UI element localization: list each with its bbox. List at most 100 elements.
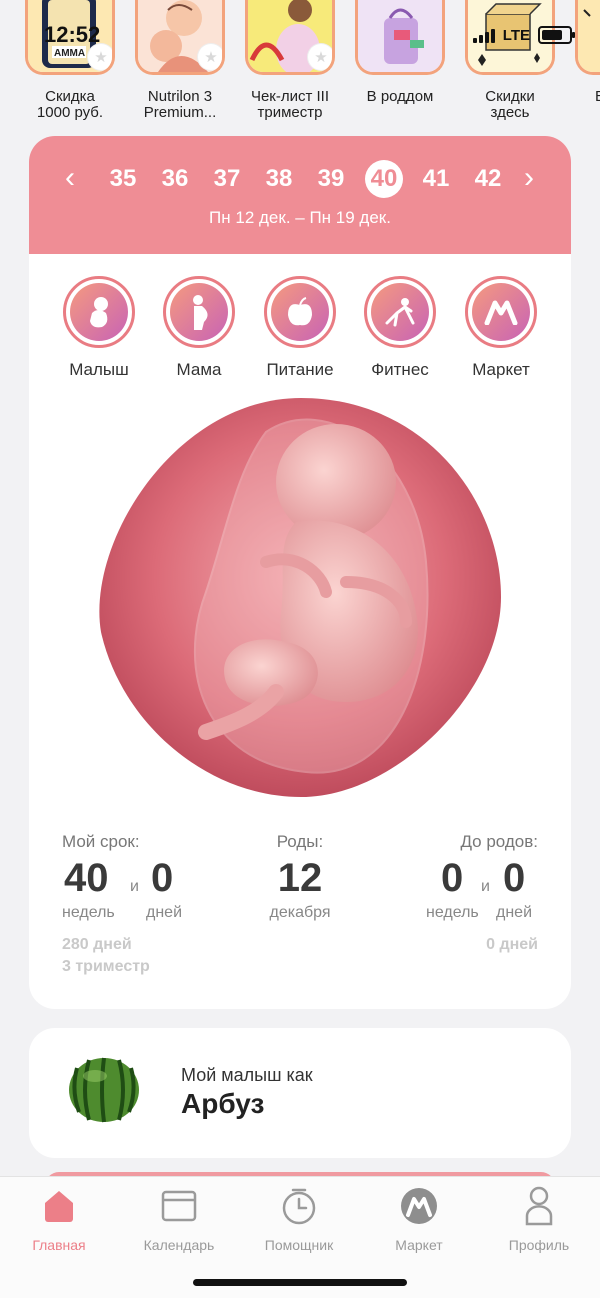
- story-badge: АММА: [54, 48, 86, 59]
- week-numbers-row: ‹ 35 36 37 38 39 40 41 42 ›: [29, 160, 571, 198]
- week-39[interactable]: 39: [312, 160, 350, 198]
- tab-profile[interactable]: Профиль: [484, 1185, 594, 1253]
- my-term-weeks-unit: недель: [62, 904, 115, 921]
- category-ring: [364, 276, 436, 348]
- story-art-partial: [578, 0, 600, 72]
- status-time: 12:52: [44, 22, 101, 47]
- fetus-illustration: [99, 398, 501, 797]
- category-mom[interactable]: Мама: [149, 276, 249, 380]
- star-icon[interactable]: ★: [308, 44, 332, 70]
- week-35[interactable]: 35: [104, 160, 142, 198]
- category-label: Маркет: [472, 360, 530, 379]
- tab-calendar[interactable]: Календарь: [124, 1185, 234, 1253]
- tab-market[interactable]: Маркет: [364, 1185, 474, 1253]
- category-row: Малыш Мама Питание Фитнес Маркет: [29, 276, 571, 379]
- story-thumbnail: ★: [135, 0, 225, 75]
- my-term-and: и: [130, 878, 139, 895]
- until-birth-weeks-unit: недель: [426, 904, 479, 921]
- my-term-days-unit: дней: [146, 904, 183, 921]
- market-logo-icon: [472, 283, 530, 341]
- category-ring: [63, 276, 135, 348]
- story-label: Чек-лист III триместр: [250, 88, 330, 121]
- battery-icon: [538, 26, 575, 44]
- story-label: Выб: [565, 89, 600, 105]
- pregnancy-week-card: ‹ 35 36 37 38 39 40 41 42 › Пн 12 дек. –…: [29, 136, 571, 1009]
- birth-month: декабря: [269, 904, 331, 921]
- until-birth-weeks: 0: [441, 856, 464, 900]
- stories-strip: АММА ★ Скидка 1000 руб. ★ Nutrilon 3 Pre…: [0, 0, 600, 125]
- story-thumbnail: ★: [245, 0, 335, 75]
- timer-icon: [244, 1185, 354, 1227]
- category-market[interactable]: Маркет: [451, 276, 551, 380]
- category-label: Питание: [266, 360, 334, 379]
- until-birth-days-unit: дней: [496, 904, 533, 921]
- week-40-active[interactable]: 40: [365, 160, 403, 198]
- story-label: Скидки здесь: [485, 88, 535, 121]
- story-item-checklist[interactable]: ★ Чек-лист III триместр: [235, 0, 345, 121]
- tab-label: Маркет: [395, 1237, 443, 1253]
- category-fitness[interactable]: Фитнес: [350, 276, 450, 380]
- my-term-days: 0: [151, 856, 174, 900]
- until-birth-total-days: 0 дней: [486, 936, 538, 953]
- my-term-total-days: 280 дней: [62, 936, 132, 953]
- category-label: Мама: [176, 360, 222, 379]
- baby-size-title: Мой малыш как: [181, 1065, 313, 1085]
- baby-size-fruit: Арбуз: [181, 1088, 265, 1119]
- category-nutrition[interactable]: Питание: [250, 276, 350, 380]
- story-item-maternity[interactable]: В роддом: [345, 0, 455, 105]
- baby-size-card[interactable]: Мой малыш как Арбуз: [29, 1028, 571, 1158]
- baby-icon: [70, 283, 128, 341]
- pregnant-woman-icon: [170, 283, 228, 341]
- birth-day: 12: [277, 856, 323, 900]
- story-label: Скидка 1000 руб.: [36, 88, 104, 121]
- profile-icon: [484, 1185, 594, 1227]
- my-term-title: Мой срок:: [62, 832, 140, 851]
- signal-icon: [472, 27, 495, 43]
- tab-home[interactable]: Главная: [4, 1185, 114, 1253]
- week-38[interactable]: 38: [260, 160, 298, 198]
- star-icon[interactable]: ★: [198, 44, 222, 70]
- home-indicator: [193, 1279, 407, 1286]
- calendar-icon: [124, 1185, 234, 1227]
- tab-label: Помощник: [264, 1237, 334, 1253]
- story-item-choose[interactable]: Выб: [565, 0, 600, 105]
- story-item-nutrilon[interactable]: ★ Nutrilon 3 Premium...: [125, 0, 235, 121]
- chevron-right-icon[interactable]: ›: [514, 163, 544, 194]
- story-thumbnail: [355, 0, 445, 75]
- watermelon-image: [69, 1057, 139, 1123]
- until-birth-title: До родов:: [460, 832, 538, 851]
- network-type: LTE: [502, 26, 530, 44]
- story-label: Nutrilon 3 Premium...: [143, 88, 217, 121]
- my-term-weeks: 40: [64, 856, 109, 900]
- category-ring: [465, 276, 537, 348]
- story-art-bag: [358, 0, 442, 72]
- story-item-discount[interactable]: АММА ★ Скидка 1000 руб.: [15, 0, 125, 121]
- story-label: В роддом: [366, 88, 434, 105]
- tab-label: Профиль: [508, 1237, 570, 1253]
- week-37[interactable]: 37: [208, 160, 246, 198]
- until-birth-days: 0: [503, 856, 526, 900]
- market-logo-icon: [364, 1185, 474, 1227]
- status-indicators: LTE: [472, 26, 575, 44]
- birth-title: Роды:: [276, 832, 324, 851]
- category-ring: [163, 276, 235, 348]
- category-baby[interactable]: Малыш: [49, 276, 149, 380]
- tab-label: Главная: [32, 1237, 86, 1253]
- fitness-icon: [371, 283, 429, 341]
- week-36[interactable]: 36: [156, 160, 194, 198]
- chevron-left-icon[interactable]: ‹: [55, 163, 85, 194]
- week-selector: ‹ 35 36 37 38 39 40 41 42 › Пн 12 дек. –…: [29, 136, 571, 254]
- week-date-range: Пн 12 дек. – Пн 19 дек.: [209, 208, 391, 227]
- category-label: Фитнес: [371, 360, 429, 379]
- my-term-trimester: 3 триместр: [62, 958, 150, 975]
- until-birth-and: и: [481, 878, 490, 895]
- story-thumbnail: [575, 0, 600, 75]
- apple-icon: [271, 283, 329, 341]
- category-ring: [264, 276, 336, 348]
- tab-assistant[interactable]: Помощник: [244, 1185, 354, 1253]
- week-41[interactable]: 41: [417, 160, 455, 198]
- story-item-sales[interactable]: Скидки здесь: [455, 0, 565, 121]
- week-42[interactable]: 42: [469, 160, 507, 198]
- tab-label: Календарь: [143, 1237, 215, 1253]
- home-icon: [4, 1185, 114, 1227]
